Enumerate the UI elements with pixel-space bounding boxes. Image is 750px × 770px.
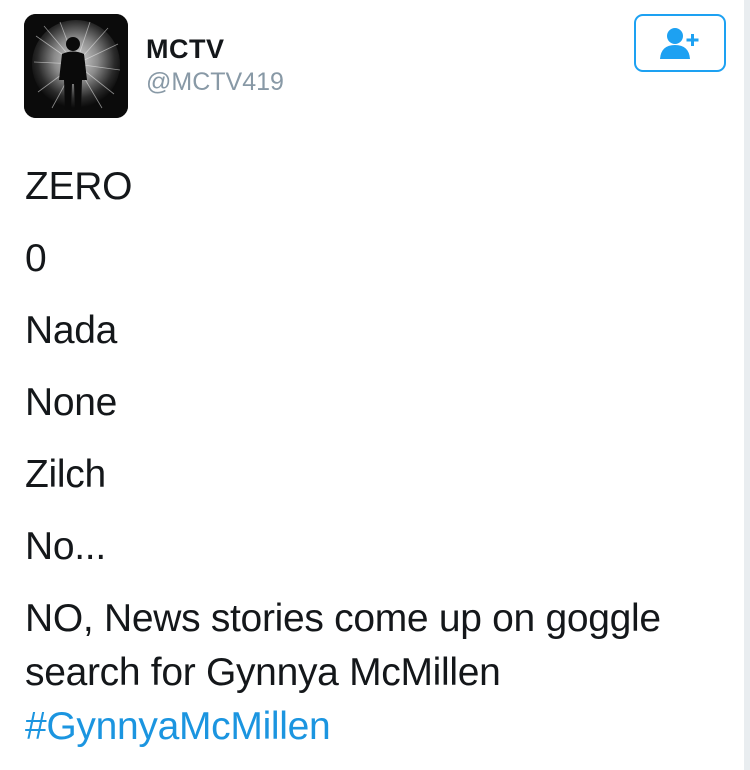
avatar[interactable] — [24, 14, 128, 118]
tweet-line-nada: Nada — [25, 309, 118, 352]
tweet-paragraph-line-1: NO, News stories come up on goggle — [25, 597, 661, 640]
add-user-icon — [660, 28, 699, 59]
tweet-line-zilch: Zilch — [25, 453, 106, 496]
tweet-line-zero: ZERO — [25, 165, 133, 208]
tweet-paragraph-line-2: search for Gynnya McMillen — [25, 651, 501, 694]
author-display-name[interactable]: MCTV — [146, 33, 284, 65]
tweet-line-no: No... — [25, 525, 106, 568]
tweet-text: ZERO 0 Nada None Zilch No... NO, News st… — [25, 160, 705, 754]
author-names: MCTV @MCTV419 — [146, 33, 284, 98]
tweet-header: MCTV @MCTV419 — [24, 14, 728, 118]
tweet-line-none: None — [25, 381, 118, 424]
tweet-paragraph: NO, News stories come up on goggle searc… — [25, 592, 705, 754]
hashtag-link[interactable]: #GynnyaMcMillen — [25, 700, 705, 754]
author-handle[interactable]: @MCTV419 — [146, 66, 284, 98]
right-edge-divider — [744, 0, 750, 770]
silhouette-avatar-icon — [24, 14, 128, 118]
tweet-line-digit: 0 — [25, 237, 47, 280]
follow-button[interactable] — [634, 14, 726, 72]
